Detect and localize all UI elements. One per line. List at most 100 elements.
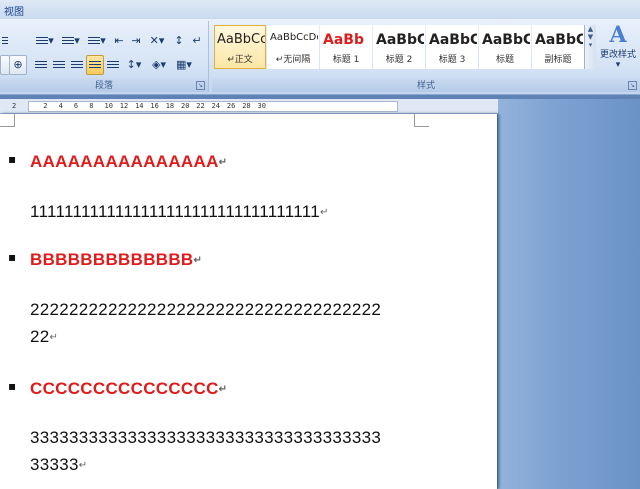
heading-paragraph[interactable]: CCCCCCCCCCCCCCC↵ bbox=[30, 375, 227, 403]
ruler-tick-label: 26 bbox=[226, 102, 236, 110]
paragraph-text: BBBBBBBBBBBBB bbox=[30, 250, 194, 269]
styles-group: AaBbCc ↵正文 AaBbCcDd ↵无间隔 AaBb 标题 1 AaBbC 标题 2 Aa… bbox=[212, 21, 640, 92]
style-preview: AaBb bbox=[323, 32, 364, 48]
ruler-tick-label: 2 bbox=[43, 102, 48, 110]
styles-gallery: AaBbCc ↵正文 AaBbCcDd ↵无间隔 AaBb 标题 1 AaBbC 标题 2 Aa… bbox=[214, 25, 590, 69]
align-left-icon[interactable] bbox=[32, 55, 50, 75]
ruler-tick-label: 18 bbox=[165, 102, 175, 110]
sort-icon[interactable]: ↕ bbox=[170, 31, 188, 51]
ruler-tick-label: 10 bbox=[104, 102, 113, 110]
align-right-icon[interactable] bbox=[68, 55, 86, 75]
style-item[interactable]: AaBbC 标题 3 bbox=[426, 25, 478, 69]
list-bullet: ▪ bbox=[8, 250, 17, 264]
ruler-tick-label: 24 bbox=[211, 102, 221, 110]
style-name-text: 标题 1 bbox=[332, 55, 360, 65]
workspace-background bbox=[498, 99, 640, 489]
change-styles-button[interactable]: A 更改样式 ▾ bbox=[598, 23, 638, 75]
change-styles-arrow: ▾ bbox=[615, 60, 621, 70]
shading-button[interactable]: ◈▾ bbox=[147, 55, 171, 75]
change-styles-label: 更改样式 bbox=[599, 50, 636, 60]
ruler-tick-label: 28 bbox=[242, 102, 251, 110]
body-paragraph[interactable]: 333333333333333333333333333333333333 3333… bbox=[30, 424, 381, 479]
document-page[interactable]: ▪ AAAAAAAAAAAAAAA↵ 11111111111111111111111… bbox=[0, 114, 497, 489]
style-name: 标题 1 bbox=[321, 52, 371, 65]
body-paragraph[interactable]: 222222222222222222222222222222222222 22↵ bbox=[30, 296, 381, 351]
style-name-text: 标题 3 bbox=[438, 55, 466, 65]
ruler-tick-label: 8 bbox=[89, 102, 94, 110]
paragraph-text: 333333333333333333333333333333333333 bbox=[30, 428, 382, 447]
enclose-char-icon[interactable]: ⊕ bbox=[9, 55, 27, 75]
paragraph-text: 222222222222222222222222222222222222 bbox=[30, 300, 382, 319]
style-item[interactable]: AaBbC 副标题 bbox=[532, 25, 584, 69]
style-name-text: 标题 bbox=[495, 55, 514, 65]
paragraph-mark: ↵ bbox=[218, 157, 228, 169]
styles-group-label: 样式 bbox=[212, 78, 640, 92]
paragraph-text-line2: 33333 bbox=[30, 455, 79, 474]
style-name: 副标题 bbox=[533, 52, 583, 65]
change-styles-icon: A bbox=[609, 22, 627, 48]
paragraph-text: AAAAAAAAAAAAAAA bbox=[30, 152, 219, 171]
ruler-tick-label: 2 bbox=[12, 102, 17, 110]
style-preview: AaBbCc bbox=[217, 32, 266, 47]
ruler-tick-label: 14 bbox=[135, 102, 144, 110]
paragraph-mark: ↵ bbox=[227, 55, 235, 65]
style-name-text: 正文 bbox=[234, 55, 253, 65]
style-item[interactable]: AaBbC 标题 2 bbox=[373, 25, 425, 69]
styles-dialog-launcher-icon[interactable]: ↘ bbox=[628, 81, 637, 90]
line-spacing-button[interactable]: ↕▾ bbox=[122, 55, 146, 75]
style-name: 标题 3 bbox=[427, 52, 477, 65]
numbering-button[interactable]: ▾ bbox=[58, 31, 84, 51]
increase-indent-icon[interactable]: ⇥ bbox=[127, 31, 145, 51]
list-bullet: ▪ bbox=[8, 152, 17, 166]
style-preview: AaBbC bbox=[535, 32, 584, 48]
paragraph-mark: ↵ bbox=[193, 255, 203, 267]
style-item[interactable]: AaBbCcDd ↵无间隔 bbox=[267, 25, 319, 69]
style-item[interactable]: AaBb 标题 1 bbox=[320, 25, 372, 69]
ruler-tick-label: 12 bbox=[119, 102, 129, 110]
heading-paragraph[interactable]: BBBBBBBBBBBBB↵ bbox=[30, 246, 202, 274]
ruler-tick-label: 4 bbox=[58, 102, 63, 110]
paragraph-mark: ↵ bbox=[78, 460, 88, 472]
ruler-tick-label: 16 bbox=[150, 102, 159, 110]
style-name-text: 无间隔 bbox=[283, 55, 311, 65]
gallery-scrollbar[interactable]: ▲ ▼ ▾ bbox=[584, 25, 596, 69]
style-preview: AaBbCcDd bbox=[270, 32, 319, 43]
style-name-text: 副标题 bbox=[544, 55, 572, 65]
paragraph-group: ▾ ▾ ▾ ⇤ ⇥ ✕▾ ↕ ↵ ⊕ ↕▾ ◈▾ ▦▾ 段落 ↘ bbox=[0, 21, 209, 92]
style-name: 标题 bbox=[480, 52, 530, 65]
style-item[interactable]: AaBbCc ↵正文 bbox=[214, 25, 266, 69]
justify-icon[interactable] bbox=[86, 55, 104, 75]
style-preview: AaBbC bbox=[482, 32, 531, 48]
paragraph-text: 1111111111111111111111111111111111 bbox=[30, 202, 321, 221]
style-preview: AaBbC bbox=[429, 32, 478, 48]
body-paragraph[interactable]: 1111111111111111111111111111111111↵ bbox=[30, 198, 329, 226]
align-center-icon[interactable] bbox=[50, 55, 68, 75]
numbering-partial-icon[interactable] bbox=[0, 31, 10, 51]
style-name-text: 标题 2 bbox=[385, 55, 413, 65]
tab-view[interactable]: 视图 bbox=[4, 3, 24, 18]
ruler-tick-label: 22 bbox=[196, 102, 205, 110]
chinese-layout-button[interactable]: ✕▾ bbox=[145, 31, 169, 51]
distributed-icon[interactable] bbox=[104, 55, 122, 75]
paragraph-text: CCCCCCCCCCCCCCC bbox=[30, 379, 219, 398]
style-name: ↵无间隔 bbox=[268, 52, 318, 65]
paragraph-mark: ↵ bbox=[320, 207, 329, 219]
multilevel-list-button[interactable]: ▾ bbox=[84, 31, 110, 51]
paragraph-group-label: 段落 bbox=[0, 78, 208, 92]
horizontal-ruler[interactable]: 2 2 4 6 8 10 12 14 16 18 20 22 24 26 28 30 bbox=[0, 99, 498, 114]
paragraph-dialog-launcher-icon[interactable]: ↘ bbox=[196, 81, 205, 90]
style-preview: AaBbC bbox=[376, 32, 425, 48]
style-name: ↵正文 bbox=[215, 52, 265, 65]
style-item[interactable]: AaBbC 标题 bbox=[479, 25, 531, 69]
margin-corner-left bbox=[0, 114, 15, 127]
margin-corner-right bbox=[414, 114, 429, 127]
ribbon-tab-strip: 视图 bbox=[0, 0, 640, 20]
show-marks-icon[interactable]: ↵ bbox=[188, 31, 206, 51]
bullets-button[interactable]: ▾ bbox=[32, 31, 58, 51]
decrease-indent-icon[interactable]: ⇤ bbox=[110, 31, 128, 51]
heading-paragraph[interactable]: AAAAAAAAAAAAAAA↵ bbox=[30, 148, 227, 176]
paragraph-mark: ↵ bbox=[218, 384, 228, 396]
ruler-tick-label: 6 bbox=[73, 102, 79, 110]
ruler-tick-label: 20 bbox=[181, 102, 190, 110]
borders-button[interactable]: ▦▾ bbox=[172, 55, 196, 75]
